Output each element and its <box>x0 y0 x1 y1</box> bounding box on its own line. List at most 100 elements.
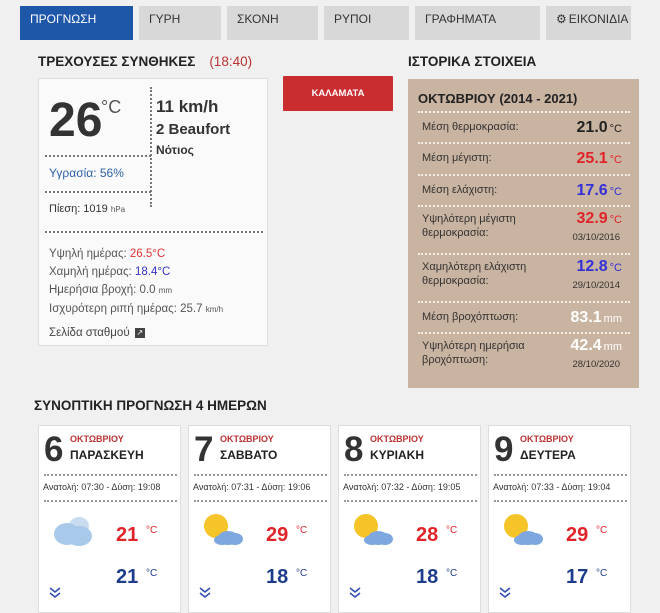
observation-time: (18:40) <box>209 54 253 69</box>
forecast-day-number: 6 <box>44 430 64 469</box>
divider <box>44 500 177 502</box>
divider <box>494 500 627 502</box>
temperature-unit: °C <box>101 97 122 117</box>
tab-charts[interactable]: ΓΡΑΦΗΜΑΤΑ <box>415 6 540 40</box>
wind-speed: 11 km/h <box>156 97 219 116</box>
forecast-weekday: ΔΕΥΤΕΡΑ <box>520 448 576 462</box>
history-date: 28/10/2020 <box>572 359 620 370</box>
tab-pollutants[interactable]: ΡΥΠΟΙ <box>324 6 409 40</box>
history-value: 83.1 mm <box>570 309 622 326</box>
tab-icons[interactable]: ⚙ ΕΙΚΟΝΙΔΙΑ <box>546 6 631 40</box>
forecast-weekday: ΣΑΒΒΑΤΟ <box>220 448 278 462</box>
history-section-title: ΙΣΤΟΡΙΚΑ ΣΤΟΙΧΕΙΑ <box>408 54 537 69</box>
forecast-day-card: 8 ΟΚΤΩΒΡΙΟΥ ΚΥΡΙΑΚΗ Ανατολή: 07:32 - Δύση: … <box>338 425 481 613</box>
daily-high: Υψηλή ημέρας: 26.5°C <box>49 248 166 260</box>
gear-icon: ⚙ <box>556 12 567 26</box>
tab-bar: ΠΡΟΓΝΩΣΗ ΓΥΡΗ ΣΚΟΝΗ ΡΥΠΟΙ ΓΡΑΦΗΜΑΤΑ ⚙ ΕΙΚ… <box>20 6 631 40</box>
forecast-max-unit: °C <box>146 525 158 536</box>
forecast-day-number: 8 <box>344 430 364 469</box>
history-label: Υψηλότερη μέγιστη θερμοκρασία: <box>422 213 516 239</box>
tab-pollen[interactable]: ΓΥΡΗ <box>139 6 221 40</box>
station-page-link[interactable]: Σελίδα σταθμού ↗ <box>49 327 145 339</box>
vertical-divider <box>150 87 152 207</box>
chevron-down-icon[interactable] <box>199 586 211 604</box>
forecast-max-unit: °C <box>596 525 608 536</box>
forecast-month: ΟΚΤΩΒΡΙΟΥ <box>70 434 124 444</box>
daily-low: Χαμηλή ημέρας: 18.4°C <box>49 266 171 278</box>
history-label: Μέση θερμοκρασία: <box>422 121 519 133</box>
divider <box>194 474 327 476</box>
daily-gust: Ισχυρότερη ριπή ημέρας: 25.7 km/h <box>49 303 224 315</box>
history-label: Μέση μέγιστη: <box>422 152 492 164</box>
history-value: 32.9 °C <box>576 210 622 227</box>
forecast-min-temp: 21 <box>116 566 139 588</box>
divider <box>194 500 327 502</box>
forecast-max-temp: 21 <box>116 524 139 546</box>
history-label: Μέση ελάχιστη: <box>422 184 498 196</box>
forecast-min-temp: 17 <box>566 566 589 588</box>
forecast-min-unit: °C <box>296 568 308 579</box>
history-label: Μέση βροχόπτωση: <box>422 311 519 323</box>
sunrise-sunset: Ανατολή: 07:30 - Δύση: 19:08 <box>43 482 161 492</box>
wind-direction: Νότιος <box>156 143 194 157</box>
station-button[interactable]: ΚΑΛΑΜΑΤΑ <box>283 76 393 111</box>
forecast-max-temp: 29 <box>266 524 289 546</box>
chevron-down-icon[interactable] <box>349 586 361 604</box>
history-row: Μέση θερμοκρασία: 21.0 °C <box>418 111 630 142</box>
divider <box>45 231 263 233</box>
daily-rain: Ημερήσια βροχή: 0.0 mm <box>49 284 173 296</box>
forecast-day-card: 9 ΟΚΤΩΒΡΙΟΥ ΔΕΥΤΕΡΑ Ανατολή: 07:33 - Δύση: … <box>488 425 631 613</box>
divider <box>494 474 627 476</box>
divider <box>344 474 477 476</box>
wind-beaufort: 2 Beaufort <box>156 121 231 138</box>
sunrise-sunset: Ανατολή: 07:33 - Δύση: 19:04 <box>493 482 611 492</box>
forecast-month: ΟΚΤΩΒΡΙΟΥ <box>520 434 574 444</box>
divider <box>45 191 151 193</box>
chevron-down-icon[interactable] <box>49 586 61 604</box>
tab-icons-label: ΕΙΚΟΝΙΔΙΑ <box>568 12 629 26</box>
chevron-down-icon[interactable] <box>499 586 511 604</box>
history-row: Μέση ελάχιστη: 17.6 °C <box>418 174 630 205</box>
current-conditions-card: 26 °C Υγρασία: 56% Πίεση: 1019 hPa 11 km… <box>38 78 268 346</box>
forecast-day-card: 6 ΟΚΤΩΒΡΙΟΥ ΠΑΡΑΣΚΕΥΗ Ανατολή: 07:30 - Δύση… <box>38 425 181 613</box>
history-row: Υψηλότερη ημερήσια βροχόπτωση: 42.4 mm 28/1… <box>418 332 630 382</box>
forecast-min-unit: °C <box>446 568 458 579</box>
history-title: ΟΚΤΩΒΡΙΟΥ (2014 - 2021) <box>418 91 578 106</box>
history-row: Υψηλότερη μέγιστη θερμοκρασία: 32.9 °C 03/1… <box>418 205 630 253</box>
forecast-day-number: 9 <box>494 430 514 469</box>
forecast-min-temp: 18 <box>416 566 439 588</box>
sunrise-sunset: Ανατολή: 07:32 - Δύση: 19:05 <box>343 482 461 492</box>
history-card: ΟΚΤΩΒΡΙΟΥ (2014 - 2021) Μέση θερμοκρασία… <box>408 79 639 388</box>
pressure: Πίεση: 1019 hPa <box>49 203 126 215</box>
station-link-label: Σελίδα σταθμού <box>49 327 130 339</box>
forecast-max-temp: 28 <box>416 524 439 546</box>
partly-cloudy-icon <box>501 512 545 555</box>
divider <box>44 474 177 476</box>
forecast-day-card: 7 ΟΚΤΩΒΡΙΟΥ ΣΑΒΒΑΤΟ Ανατολή: 07:31 - Δύση: … <box>188 425 331 613</box>
forecast-min-unit: °C <box>596 568 608 579</box>
divider <box>45 155 151 157</box>
tab-forecast[interactable]: ΠΡΟΓΝΩΣΗ <box>20 6 133 40</box>
current-temperature: 26 <box>49 94 103 147</box>
history-row: Χαμηλότερη ελάχιστη θερμοκρασία: 12.8 °C 29… <box>418 253 630 301</box>
history-value: 42.4 mm <box>570 337 622 354</box>
forecast-weekday: ΚΥΡΙΑΚΗ <box>370 448 425 462</box>
current-conditions-title: ΤΡΕΧΟΥΣΕΣ ΣΥΝΘΗΚΕΣ (18:40) <box>38 54 252 69</box>
external-link-icon: ↗ <box>134 327 145 338</box>
forecast-max-temp: 29 <box>566 524 589 546</box>
sunrise-sunset: Ανατολή: 07:31 - Δύση: 19:06 <box>193 482 311 492</box>
history-value: 17.6 °C <box>576 182 622 199</box>
history-label: Υψηλότερη ημερήσια βροχόπτωση: <box>422 340 525 366</box>
current-title-text: ΤΡΕΧΟΥΣΕΣ ΣΥΝΘΗΚΕΣ <box>38 54 196 69</box>
history-date: 29/10/2014 <box>572 280 620 291</box>
forecast-min-unit: °C <box>146 568 158 579</box>
partly-cloudy-icon <box>351 512 395 555</box>
history-label: Χαμηλότερη ελάχιστη θερμοκρασία: <box>422 261 527 287</box>
tab-dust[interactable]: ΣΚΟΝΗ <box>227 6 318 40</box>
history-value: 21.0 °C <box>576 119 622 136</box>
history-value: 25.1 °C <box>576 150 622 167</box>
forecast-min-temp: 18 <box>266 566 289 588</box>
history-row: Μέση μέγιστη: 25.1 °C <box>418 142 630 174</box>
forecast-max-unit: °C <box>296 525 308 536</box>
daily-stats: Υψηλή ημέρας: 26.5°C Χαμηλή ημέρας: 18.4… <box>49 245 223 319</box>
